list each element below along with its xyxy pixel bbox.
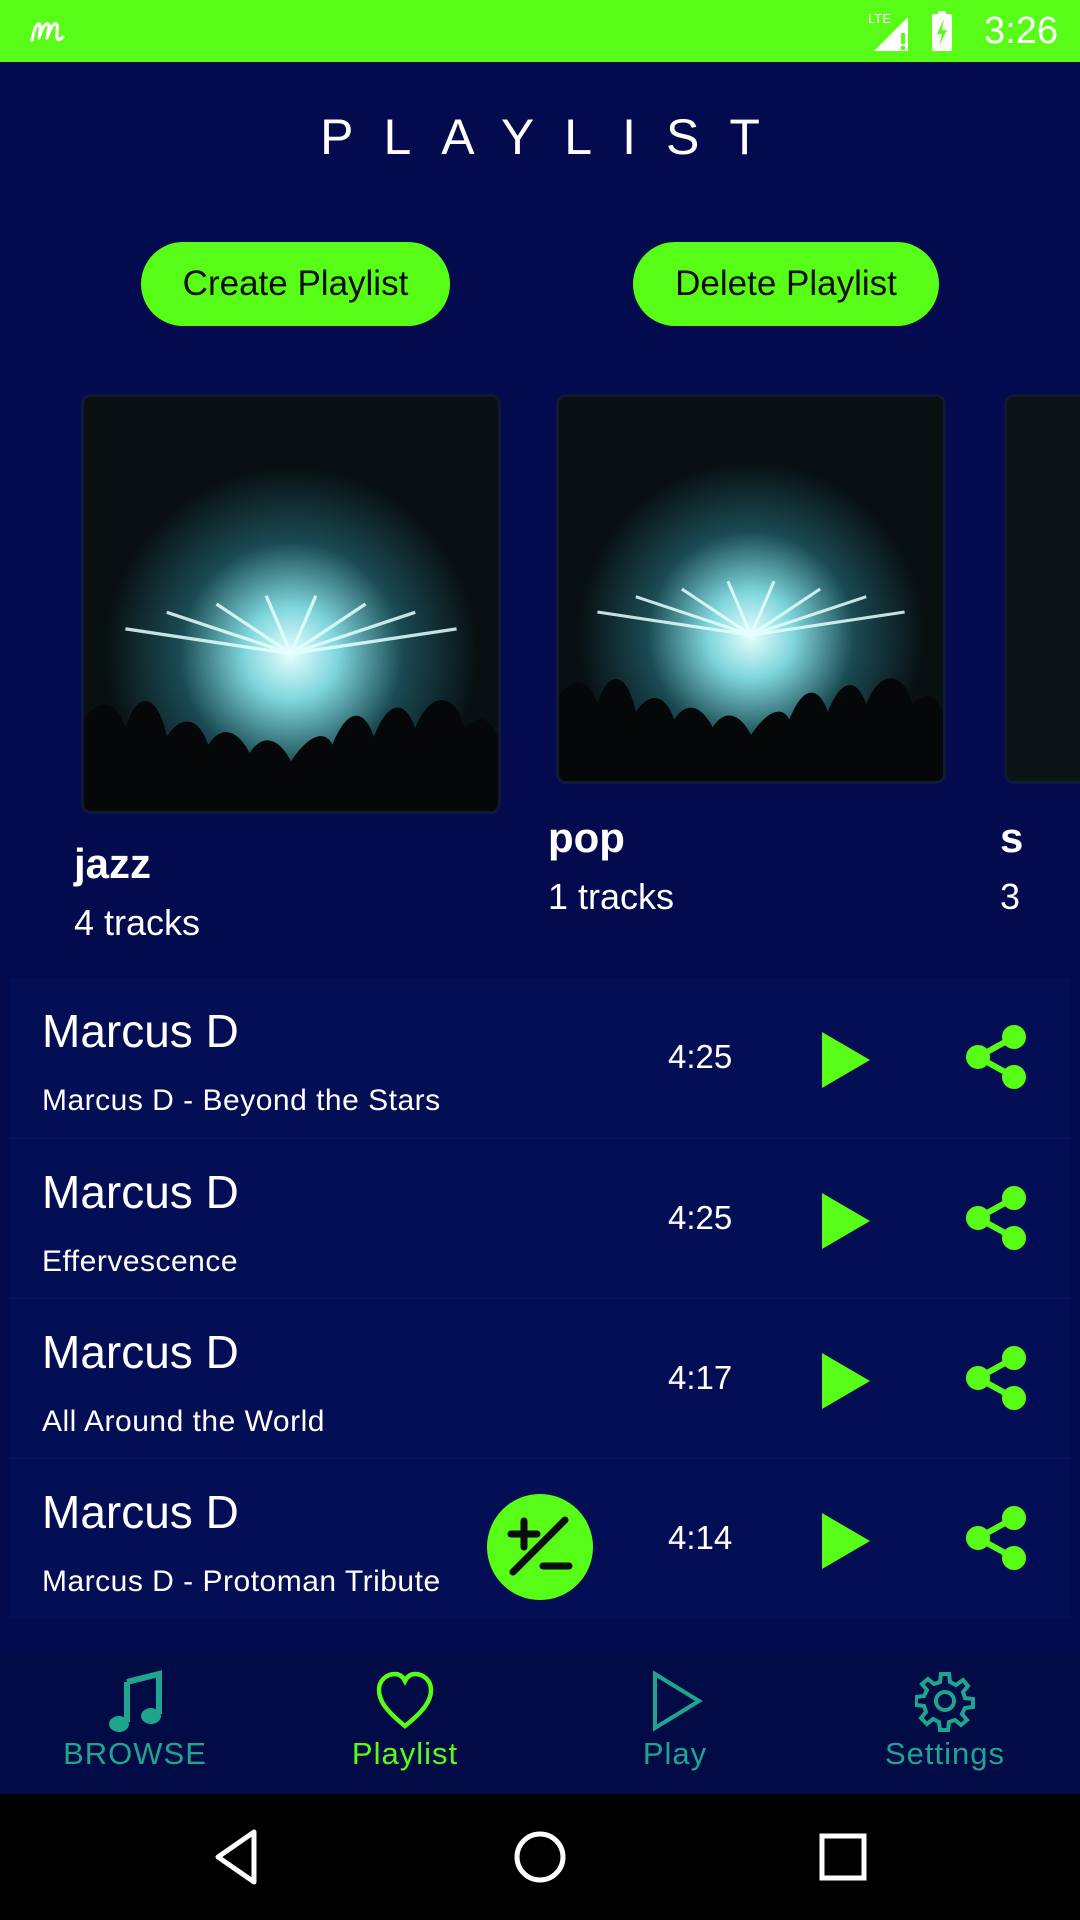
playlist-cover-image[interactable] xyxy=(81,394,501,814)
play-icon[interactable] xyxy=(816,1509,876,1573)
nav-label: Play xyxy=(642,1736,708,1771)
delete-playlist-button[interactable]: Delete Playlist xyxy=(633,242,939,326)
share-icon[interactable] xyxy=(964,1023,1032,1091)
battery-charging-icon xyxy=(932,11,953,51)
page-title: PLAYLIST xyxy=(320,109,790,165)
play-icon[interactable] xyxy=(816,1189,876,1253)
create-playlist-button[interactable]: Create Playlist xyxy=(141,242,450,326)
playlist-name: jazz xyxy=(74,840,152,887)
track-duration: 4:25 xyxy=(668,1038,733,1075)
track-artist: Marcus D xyxy=(42,1166,239,1218)
back-icon[interactable] xyxy=(204,1824,270,1890)
share-icon[interactable] xyxy=(964,1504,1032,1572)
playlist-cover-image[interactable] xyxy=(1004,394,1080,784)
track-row[interactable]: Marcus D Effervescence 4:25 xyxy=(10,1138,1070,1298)
add-remove-fab[interactable] xyxy=(487,1494,593,1600)
nav-item-settings[interactable]: Settings xyxy=(810,1650,1080,1794)
track-artist: Marcus D xyxy=(42,1326,239,1378)
track-artist: Marcus D xyxy=(42,1486,239,1538)
concert-image xyxy=(84,397,498,811)
app-logo-icon xyxy=(30,22,65,42)
track-row[interactable]: Marcus D All Around the World 4:17 xyxy=(10,1298,1070,1458)
nav-label: BROWSE xyxy=(63,1736,207,1771)
nav-label: Settings xyxy=(884,1736,1005,1771)
nav-item-playlist[interactable]: Playlist xyxy=(270,1650,540,1794)
play-icon[interactable] xyxy=(816,1028,876,1092)
heart-icon xyxy=(376,1671,434,1729)
playlist-card-partial[interactable]: s 3 xyxy=(1000,390,1080,960)
home-icon[interactable] xyxy=(507,1824,573,1890)
playlist-name: s xyxy=(1000,814,1024,861)
playlist-track-count: 3 xyxy=(1000,876,1021,917)
track-duration: 4:14 xyxy=(668,1519,733,1556)
status-bar: LTE 3:26 xyxy=(0,0,1080,62)
recents-icon[interactable] xyxy=(810,1824,876,1890)
system-nav-bar xyxy=(0,1794,1080,1920)
track-title: Effervescence xyxy=(42,1245,239,1278)
play-icon[interactable] xyxy=(816,1349,876,1413)
concert-image xyxy=(559,397,943,781)
gear-icon xyxy=(915,1672,975,1732)
share-icon[interactable] xyxy=(964,1184,1032,1252)
nav-item-browse[interactable]: BROWSE xyxy=(0,1650,270,1794)
track-duration: 4:17 xyxy=(668,1359,733,1396)
signal-icon: LTE xyxy=(868,11,909,51)
playlist-track-count: 1 tracks xyxy=(548,876,675,917)
track-title: Marcus D - Protoman Tribute xyxy=(42,1565,441,1598)
playlist-track-count: 4 tracks xyxy=(74,902,201,943)
track-row[interactable]: Marcus D Marcus D - Beyond the Stars 4:2… xyxy=(10,978,1070,1138)
playlist-card-jazz[interactable]: jazz 4 tracks xyxy=(0,390,520,960)
status-time: 3:26 xyxy=(984,9,1058,52)
track-title: Marcus D - Beyond the Stars xyxy=(42,1084,441,1117)
nav-item-play[interactable]: Play xyxy=(540,1650,810,1794)
play-outline-icon xyxy=(653,1670,703,1732)
track-duration: 4:25 xyxy=(668,1199,733,1236)
bottom-nav: BROWSE Playlist Play Settings xyxy=(0,1650,1080,1794)
svg-text:LTE: LTE xyxy=(868,11,891,26)
playlist-card-pop[interactable]: pop 1 tracks xyxy=(540,390,980,960)
track-artist: Marcus D xyxy=(42,1005,239,1057)
playlist-name: pop xyxy=(548,814,625,861)
playlist-cover-image[interactable] xyxy=(556,394,946,784)
playlist-carousel[interactable]: jazz 4 tracks pop 1 tracks s 3 xyxy=(0,390,1080,960)
nav-label: Playlist xyxy=(351,1736,459,1771)
share-icon[interactable] xyxy=(964,1344,1032,1412)
music-note-icon xyxy=(109,1670,162,1732)
plus-minus-icon xyxy=(507,1516,573,1576)
track-title: All Around the World xyxy=(42,1405,325,1438)
